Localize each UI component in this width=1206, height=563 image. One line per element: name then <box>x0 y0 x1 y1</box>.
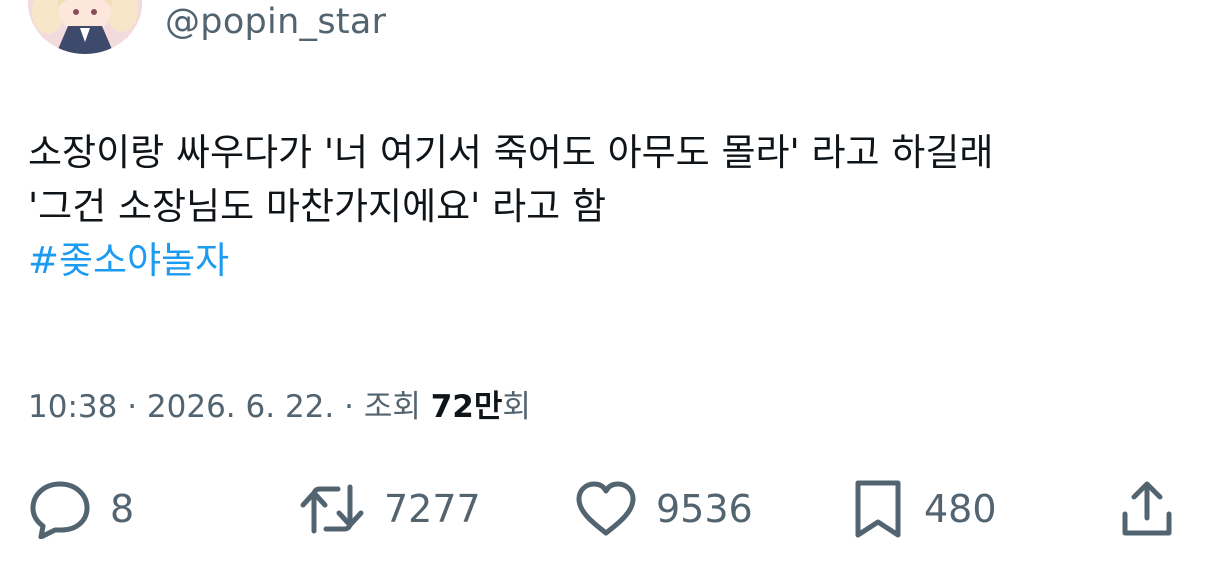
tweet-date[interactable]: 2026. 6. 22. <box>147 389 334 425</box>
meta-separator: · <box>117 389 147 425</box>
avatar[interactable] <box>28 0 142 54</box>
tweet-text: 소장이랑 싸우다가 '너 여기서 죽어도 아무도 몰라' 라고 하길래 '그건 … <box>28 126 1178 288</box>
retweet-count: 7277 <box>384 487 481 531</box>
reply-bubble-icon <box>28 479 92 539</box>
heart-icon <box>574 479 638 539</box>
retweet-icon <box>298 479 366 539</box>
reply-count: 8 <box>110 487 135 531</box>
like-count: 9536 <box>656 487 753 531</box>
tweet-meta: 10:38 · 2026. 6. 22. · 조회 72만회 <box>28 385 531 429</box>
share-button[interactable] <box>1116 478 1178 540</box>
retweet-button[interactable]: 7277 <box>298 478 481 540</box>
avatar-image <box>28 0 142 54</box>
views-label: 조회 <box>363 389 431 425</box>
author-handle[interactable]: @popin_star <box>165 0 386 44</box>
bookmark-button[interactable]: 480 <box>850 478 997 540</box>
action-bar: 8 7277 9536 480 <box>0 478 1206 540</box>
like-button[interactable]: 9536 <box>574 478 753 540</box>
tweet-time[interactable]: 10:38 <box>28 389 117 425</box>
views-count: 72만 <box>430 389 503 425</box>
tweet-text-line: 소장이랑 싸우다가 '너 여기서 죽어도 아무도 몰라' 라고 하길래 <box>28 131 994 174</box>
tweet-text-line: '그건 소장님도 마찬가지에요' 라고 함 <box>28 185 606 228</box>
views-suffix: 회 <box>502 389 531 425</box>
reply-button[interactable]: 8 <box>28 478 134 540</box>
hashtag-link[interactable]: #좆소야놀자 <box>28 234 1178 288</box>
share-icon <box>1116 478 1178 540</box>
bookmark-icon <box>850 478 906 540</box>
bookmark-count: 480 <box>924 487 997 531</box>
meta-separator: · <box>334 389 364 425</box>
